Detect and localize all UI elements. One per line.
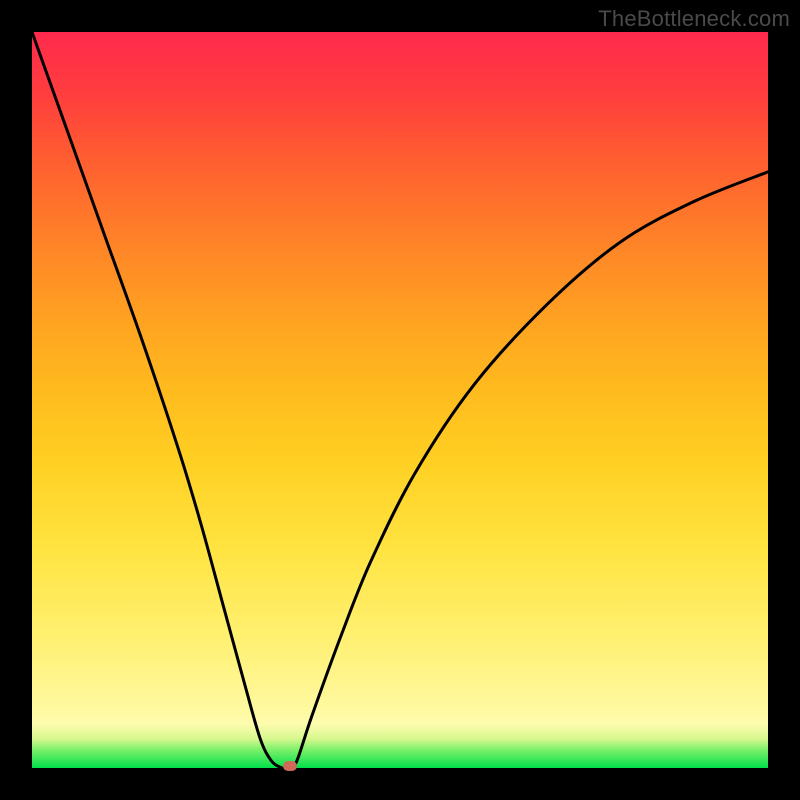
plot-area <box>32 32 768 768</box>
minimum-marker <box>283 761 297 771</box>
chart-curve <box>32 32 768 768</box>
watermark: TheBottleneck.com <box>598 6 790 32</box>
